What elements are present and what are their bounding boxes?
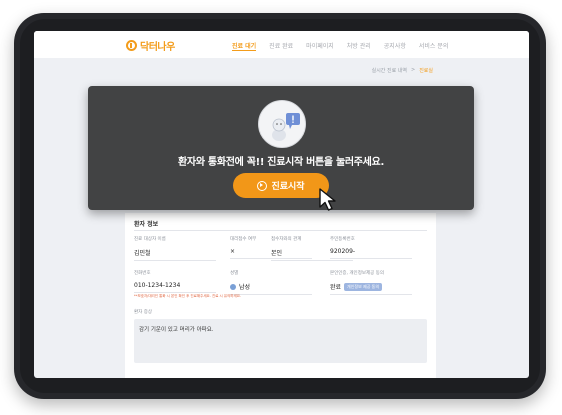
breadcrumb-current: 진료실: [419, 68, 433, 74]
logo[interactable]: 닥터나우: [126, 38, 175, 53]
field-value: 920209-: [330, 248, 356, 255]
start-consultation-modal: 환자와 통화전에 꼭!! 진료시작 버튼을 눌러주세요. 진료시작: [88, 86, 474, 211]
patient-info-panel: 환자 정보 진료 대상자 이름 김민철 대리접수 여부 × 접수자와의 관계 본…: [125, 213, 436, 378]
field-underline: [134, 260, 216, 261]
logo-text: 닥터나우: [140, 42, 175, 53]
field-underline: [230, 294, 312, 295]
nav-item-support[interactable]: 서비스 문의: [419, 41, 449, 51]
field-value: 김민철: [134, 250, 151, 257]
doctor-avatar-icon: [258, 100, 306, 148]
top-header: 닥터나우 진료 대기 진료 완료 마이페이지 처방 관리 공지사항 서비스 문의: [34, 31, 529, 58]
field-value: 완료: [330, 284, 342, 291]
consent-badge: 개인정보 제공 동의: [344, 282, 383, 291]
nav-item-waiting[interactable]: 진료 대기: [232, 41, 257, 51]
field-value-row: 남성: [230, 282, 312, 291]
field-consent: 본인인증, 개인정보제공 동의 완료 개인정보 제공 동의: [330, 270, 412, 295]
symptom-label: 환자 증상: [134, 310, 152, 315]
main-nav: 진료 대기 진료 완료 마이페이지 처방 관리 공지사항 서비스 문의: [232, 41, 448, 51]
field-label: 성별: [230, 271, 239, 276]
field-gender: 성별 남성: [230, 270, 312, 295]
play-icon: [257, 180, 268, 191]
field-label: 주민등록번호: [330, 237, 355, 242]
field-value-row: 완료 개인정보 제공 동의: [330, 282, 412, 291]
field-underline: [271, 260, 353, 261]
breadcrumb: 실시간 진료 내역 > 진료실: [372, 67, 433, 74]
panel-title: 환자 정보: [134, 221, 159, 228]
nav-item-notice[interactable]: 공지사항: [384, 41, 406, 51]
field-label: 전화번호: [134, 271, 151, 276]
logo-icon: [126, 40, 137, 51]
start-button-label: 진료시작: [271, 182, 305, 192]
field-underline: [330, 294, 412, 295]
nav-item-completed[interactable]: 진료 완료: [269, 41, 293, 51]
warning-text: **보호자/대리인 통화 시 본인 확인 후 진료해주세요. 진료 시 유의하세…: [134, 294, 242, 298]
symptom-memo: 감기 기운이 있고 머리가 아파요.: [134, 319, 427, 363]
field-patient-name: 진료 대상자 이름 김민철: [134, 236, 216, 261]
instruction-message: 환자와 통화전에 꼭!! 진료시작 버튼을 눌러주세요.: [178, 157, 384, 168]
field-label: 본인인증, 개인정보제공 동의: [330, 271, 384, 276]
nav-item-mypage[interactable]: 마이페이지: [306, 41, 334, 51]
field-phone: 전화번호 010-1234-1234: [134, 270, 216, 293]
gender-icon: [230, 283, 236, 290]
mouse-cursor-icon: [319, 188, 336, 211]
field-value: 남성: [239, 284, 251, 291]
field-label: 진료 대상자 이름: [134, 237, 166, 242]
start-consultation-button[interactable]: 진료시작: [233, 173, 329, 198]
breadcrumb-separator: >: [410, 67, 416, 73]
field-value: 010-1234-1234: [134, 282, 181, 289]
nav-item-prescription[interactable]: 처방 관리: [347, 41, 371, 51]
field-underline: [330, 258, 412, 259]
field-underline: [134, 292, 216, 293]
breadcrumb-parent[interactable]: 실시간 진료 내역: [372, 67, 407, 74]
doctor-illustration: [272, 113, 300, 141]
divider: [134, 230, 427, 231]
field-resident-number: 주민등록번호 920209-: [330, 236, 412, 259]
